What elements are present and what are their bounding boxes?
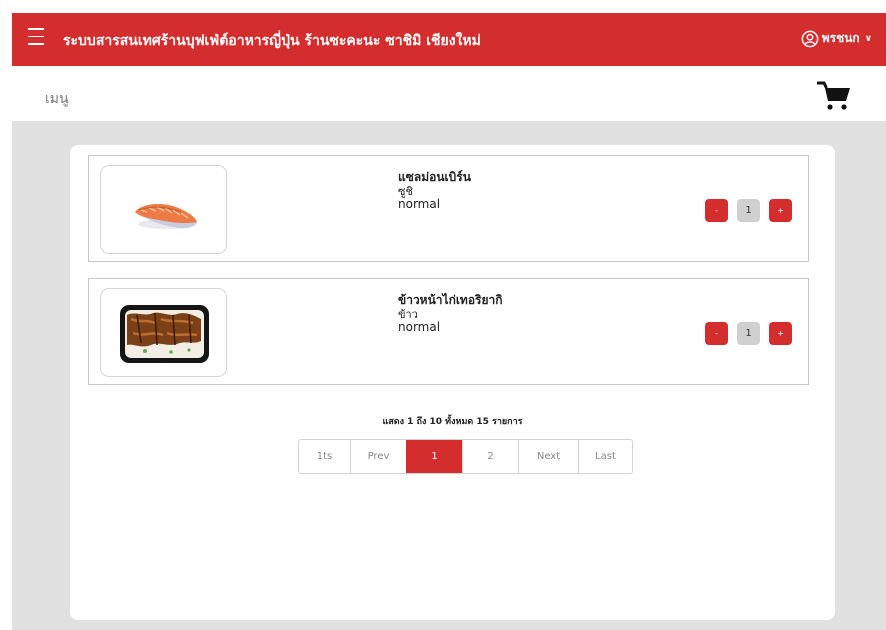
cart-item: แซลม่อนเบิร์น ซูชิ normal - 1 + <box>88 155 809 262</box>
app-title: ระบบสารสนเทศร้านบุฟเฟ่ต์อาหารญี่ปุ่น ร้า… <box>63 33 481 49</box>
increase-qty-button[interactable]: + <box>769 199 792 222</box>
decrease-qty-button[interactable]: - <box>705 322 728 345</box>
user-name: พรชนก <box>821 31 860 45</box>
page-last-button[interactable]: Last <box>578 440 632 473</box>
user-menu[interactable]: พรชนก ∨ <box>801 29 872 48</box>
pagination: 1ts Prev 1 2 Next Last <box>298 439 633 474</box>
hamburger-menu-icon[interactable] <box>28 28 44 46</box>
page-next-button[interactable]: Next <box>518 440 578 473</box>
cart-card: แซลม่อนเบิร์น ซูชิ normal - 1 + ข้าวหน้า… <box>70 145 835 620</box>
item-option: normal <box>398 197 441 211</box>
top-navbar: ระบบสารสนเทศร้านบุฟเฟ่ต์อาหารญี่ปุ่น ร้า… <box>12 13 886 66</box>
quantity-stepper: - 1 + <box>705 322 792 345</box>
item-name: แซลม่อนเบิร์น <box>398 170 471 184</box>
teriyaki-chicken-rice-image <box>100 288 227 377</box>
item-name: ข้าวหน้าไก่เทอริยากิ <box>398 293 503 307</box>
decrease-qty-button[interactable]: - <box>705 199 728 222</box>
sub-header: เมนู <box>12 66 886 121</box>
page-title: เมนู <box>45 91 69 107</box>
chevron-down-icon: ∨ <box>864 33 872 44</box>
increase-qty-button[interactable]: + <box>769 322 792 345</box>
app-frame: ระบบสารสนเทศร้านบุฟเฟ่ต์อาหารญี่ปุ่น ร้า… <box>12 13 886 630</box>
page-first-button[interactable]: 1ts <box>299 440 350 473</box>
quantity-value: 1 <box>737 322 760 345</box>
shopping-cart-icon[interactable] <box>817 80 851 112</box>
cart-item: ข้าวหน้าไก่เทอริยากิ ข้าว normal - 1 + <box>88 278 809 385</box>
salmon-sushi-image <box>100 165 227 254</box>
item-info: ข้าวหน้าไก่เทอริยากิ ข้าว normal <box>398 294 503 334</box>
quantity-stepper: - 1 + <box>705 199 792 222</box>
quantity-value: 1 <box>737 199 760 222</box>
item-option: normal <box>398 320 441 334</box>
page-1-button[interactable]: 1 <box>406 440 462 473</box>
user-circle-icon <box>801 30 819 47</box>
page-2-button[interactable]: 2 <box>462 440 518 473</box>
page-prev-button[interactable]: Prev <box>350 440 406 473</box>
item-info: แซลม่อนเบิร์น ซูชิ normal <box>398 171 471 211</box>
pagination-summary: แสดง 1 ถึง 10 ทั้งหมด 15 รายการ <box>382 417 523 427</box>
